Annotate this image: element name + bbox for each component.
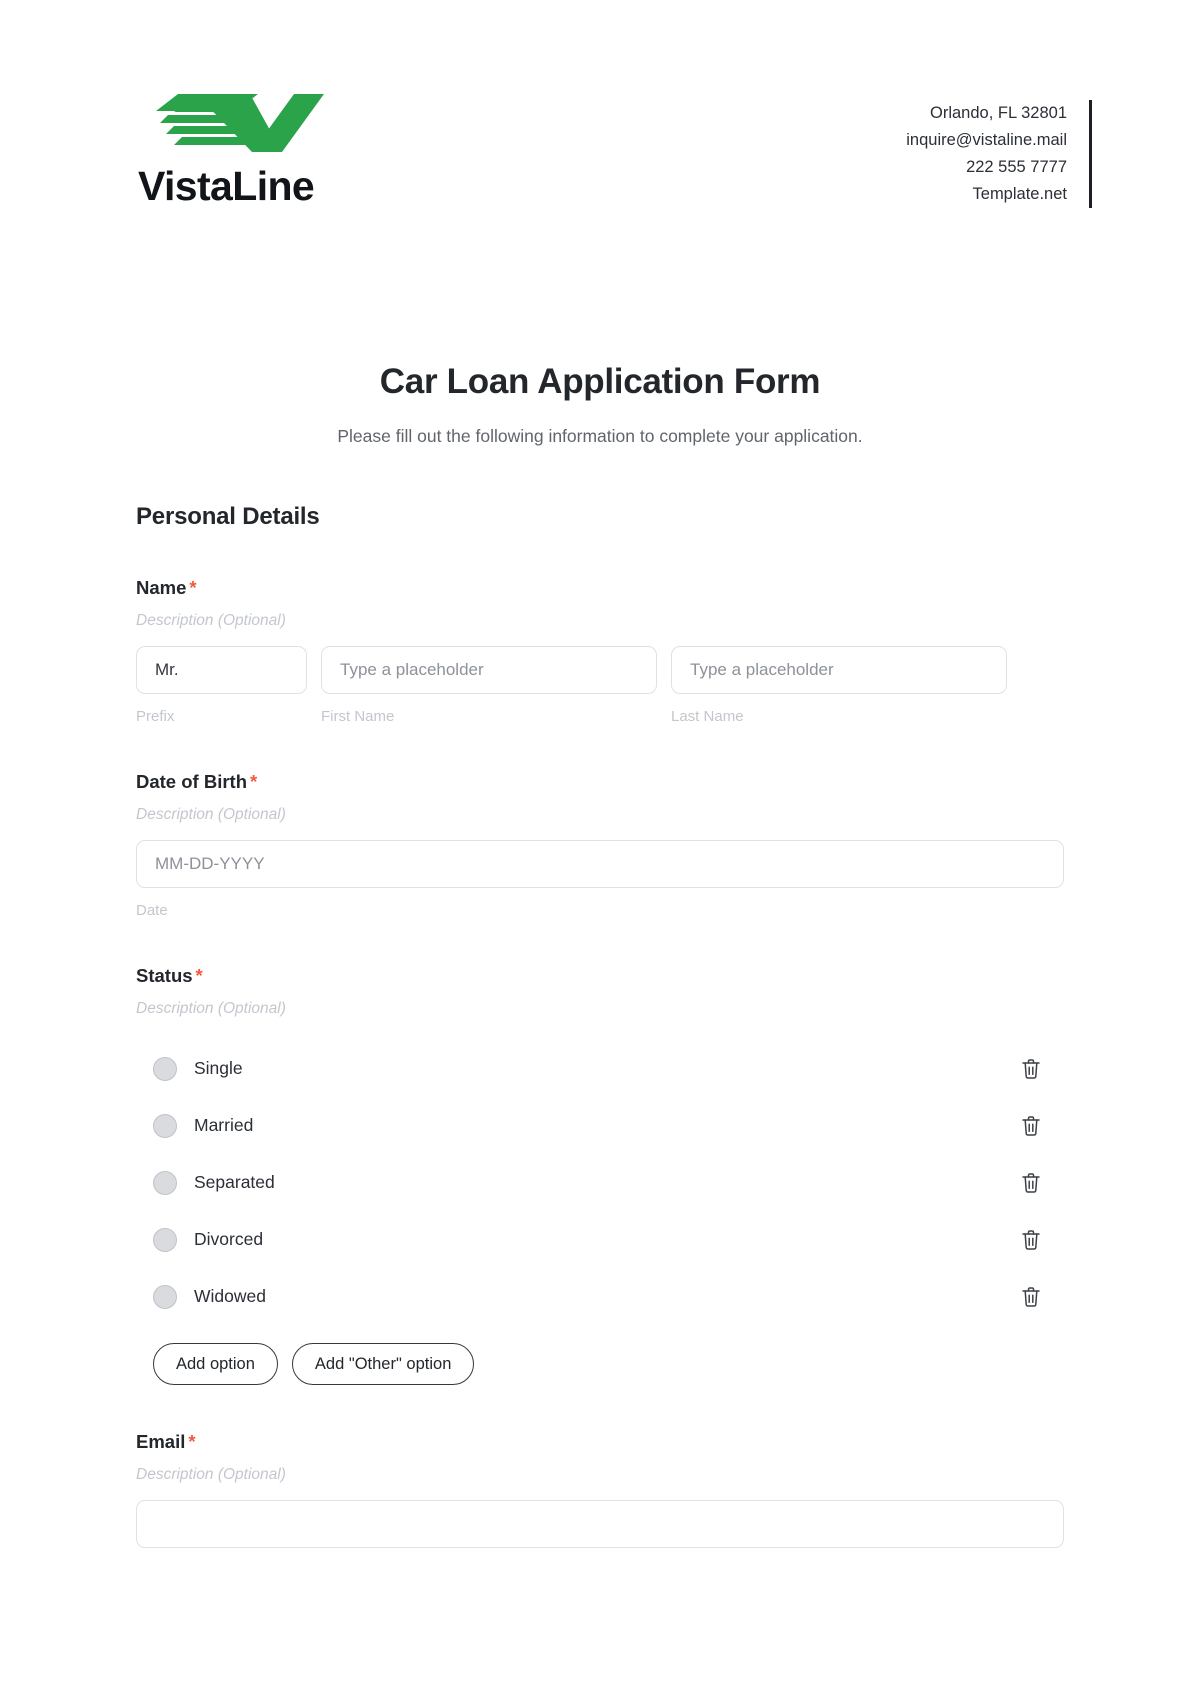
status-option-row: Separated xyxy=(136,1154,1064,1211)
page-title: Car Loan Application Form xyxy=(379,362,821,401)
status-option-control[interactable]: Separated xyxy=(153,1170,275,1195)
required-asterisk: * xyxy=(188,1431,196,1452)
add-option-button[interactable]: Add option xyxy=(153,1343,278,1385)
status-option-label: Divorced xyxy=(194,1229,264,1249)
date-of-birth-input-placeholder: MM-DD-YYYY xyxy=(155,854,265,873)
first-name-sub-label: First Name xyxy=(321,708,395,725)
field-label-email: Email * xyxy=(136,1431,1064,1453)
field-description-date-of-birth: Description (Optional) xyxy=(136,806,286,823)
header-divider xyxy=(1089,100,1092,208)
field-label-date-of-birth-text: Date of Birth xyxy=(136,771,247,792)
vistaline-wing-v-logo-icon xyxy=(136,88,324,160)
email-input[interactable] xyxy=(136,1500,1064,1548)
field-label-name: Name * xyxy=(136,577,1064,599)
trash-icon[interactable] xyxy=(1018,1227,1044,1253)
contact-address: Orlando, FL 32801 xyxy=(930,104,1067,122)
radio-icon[interactable] xyxy=(153,1113,177,1138)
status-option-row: Single xyxy=(136,1040,1064,1097)
date-of-birth-sub-label: Date xyxy=(136,902,168,919)
required-asterisk: * xyxy=(250,771,258,792)
status-option-row: Married xyxy=(136,1097,1064,1154)
first-name-input-placeholder: Type a placeholder xyxy=(340,660,484,679)
status-option-control[interactable]: Single xyxy=(153,1056,243,1081)
brand-name: VistaLine xyxy=(138,163,315,209)
radio-icon[interactable] xyxy=(153,1284,177,1309)
dob-column: MM-DD-YYYY Date xyxy=(136,840,1064,919)
status-option-control[interactable]: Divorced xyxy=(153,1227,264,1252)
field-description-name: Description (Optional) xyxy=(136,612,286,629)
status-option-label: Widowed xyxy=(194,1286,266,1306)
required-asterisk: * xyxy=(189,577,197,598)
trash-icon[interactable] xyxy=(1018,1113,1044,1139)
radio-icon[interactable] xyxy=(153,1227,177,1252)
brand-block: VistaLine xyxy=(136,88,324,207)
contact-email[interactable]: inquire@vistaline.mail xyxy=(906,127,1067,154)
field-description-email: Description (Optional) xyxy=(136,1466,286,1483)
email-input-row xyxy=(136,1500,1064,1548)
email-column xyxy=(136,1500,1064,1548)
title-block: Car Loan Application Form Please fill ou… xyxy=(0,362,1200,447)
page-header: VistaLine Orlando, FL 32801 inquire@vist… xyxy=(0,0,1200,240)
status-option-label: Separated xyxy=(194,1172,275,1192)
trash-icon[interactable] xyxy=(1018,1056,1044,1082)
field-label-date-of-birth: Date of Birth * xyxy=(136,771,1064,793)
field-label-status-text: Status xyxy=(136,965,193,986)
field-label-status: Status * xyxy=(136,965,1064,987)
name-first-column: Type a placeholder First Name xyxy=(321,646,657,725)
trash-icon[interactable] xyxy=(1018,1284,1044,1310)
status-option-control[interactable]: Widowed xyxy=(153,1284,266,1309)
field-label-name-text: Name xyxy=(136,577,187,598)
trash-icon[interactable] xyxy=(1018,1170,1044,1196)
section-heading-personal-details: Personal Details xyxy=(136,503,320,530)
last-name-input-placeholder: Type a placeholder xyxy=(690,660,834,679)
field-date-of-birth: Date of Birth * Description (Optional) MM… xyxy=(136,771,1064,919)
status-option-label: Married xyxy=(194,1115,254,1135)
dob-input-row: MM-DD-YYYY Date xyxy=(136,840,1064,919)
name-input-row: Mr. Prefix Type a placeholder First Name… xyxy=(136,646,1064,725)
form-body: Personal Details Name * Description (Opti… xyxy=(0,503,1200,1548)
contact-phone: 222 555 7777 xyxy=(966,157,1067,176)
name-last-column: Type a placeholder Last Name xyxy=(671,646,1007,725)
radio-icon[interactable] xyxy=(153,1056,177,1081)
contact-block: Orlando, FL 32801 inquire@vistaline.mail… xyxy=(906,100,1092,208)
prefix-input-value: Mr. xyxy=(155,660,179,679)
last-name-input[interactable]: Type a placeholder xyxy=(671,646,1007,694)
last-name-sub-label: Last Name xyxy=(671,708,744,725)
status-options-list: Single Married Separated Divorced Widowe… xyxy=(136,1040,1064,1325)
status-option-row: Divorced xyxy=(136,1211,1064,1268)
page-subtitle: Please fill out the following informatio… xyxy=(337,426,863,446)
field-name: Name * Description (Optional) Mr. Prefix … xyxy=(136,577,1064,725)
date-of-birth-input[interactable]: MM-DD-YYYY xyxy=(136,840,1064,888)
add-other-option-button[interactable]: Add "Other" option xyxy=(291,1343,475,1385)
required-asterisk: * xyxy=(195,965,203,986)
radio-icon[interactable] xyxy=(153,1170,177,1195)
name-prefix-column: Mr. Prefix xyxy=(136,646,307,725)
status-option-actions: Add option Add "Other" option xyxy=(136,1343,1064,1385)
field-status: Status * Description (Optional) Single M… xyxy=(136,965,1064,1385)
field-email: Email * Description (Optional) xyxy=(136,1431,1064,1548)
first-name-input[interactable]: Type a placeholder xyxy=(321,646,657,694)
prefix-input[interactable]: Mr. xyxy=(136,646,307,694)
status-option-control[interactable]: Married xyxy=(153,1113,254,1138)
status-option-label: Single xyxy=(194,1058,243,1078)
field-label-email-text: Email xyxy=(136,1431,186,1452)
contact-website[interactable]: Template.net xyxy=(906,181,1067,208)
prefix-sub-label: Prefix xyxy=(136,708,175,725)
status-option-row: Widowed xyxy=(136,1268,1064,1325)
field-description-status: Description (Optional) xyxy=(136,1000,286,1017)
